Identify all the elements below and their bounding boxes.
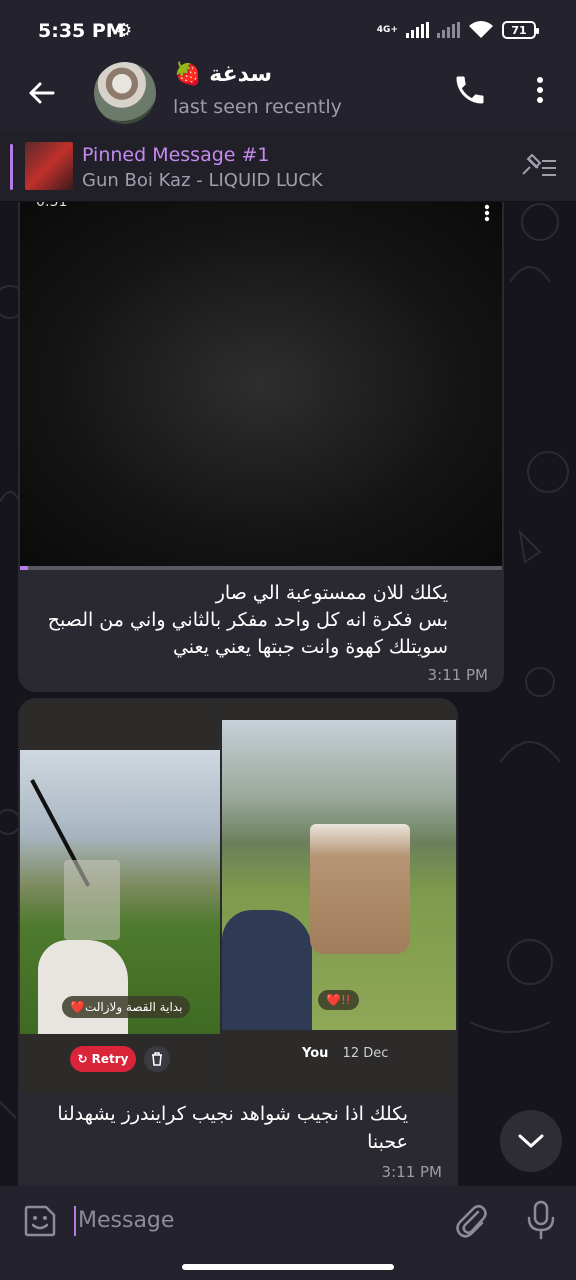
hand-shape bbox=[38, 940, 128, 1034]
message-text: يكلك للان ممستوعبة الي صار بس فكرة انه ك… bbox=[28, 580, 448, 661]
signal-strength-sim2-icon bbox=[437, 22, 460, 38]
wifi-icon bbox=[469, 21, 493, 38]
story-sender: You bbox=[302, 1046, 329, 1061]
video-preview[interactable]: 0:51 bbox=[20, 202, 502, 566]
home-indicator[interactable] bbox=[182, 1264, 394, 1270]
video-progress-bar[interactable] bbox=[20, 566, 502, 570]
sleeve-shape bbox=[222, 910, 312, 1030]
chat-header: 🍓 سدغة last seen recently bbox=[0, 62, 576, 132]
microphone-icon bbox=[527, 1200, 555, 1240]
message-line: عحبنا bbox=[367, 1131, 408, 1153]
back-button[interactable] bbox=[22, 74, 60, 112]
status-icons: 4G+ 71 bbox=[376, 20, 539, 40]
status-time: 5:35 PM bbox=[38, 20, 125, 42]
chat-title[interactable]: 🍓 سدغة bbox=[172, 62, 272, 87]
message-line: يكلك اذا نجيب شواهد نجيب كرايندرز يشهدلن… bbox=[57, 1103, 408, 1125]
more-options-button[interactable] bbox=[528, 72, 552, 108]
message-line: يكلك للان ممستوعبة الي صار bbox=[215, 582, 448, 604]
pinned-indicator bbox=[10, 144, 13, 190]
emoji-sticker-icon bbox=[24, 1205, 56, 1237]
story-caption: بداية القصة ولازالت❤️ bbox=[62, 996, 191, 1018]
scroll-down-button[interactable] bbox=[500, 1110, 562, 1172]
delete-button[interactable] bbox=[144, 1046, 170, 1072]
story-reaction: ❤️!! bbox=[318, 990, 359, 1010]
chevron-down-icon bbox=[518, 1134, 544, 1148]
message-time: 3:11 PM bbox=[381, 1163, 442, 1181]
message-bubble[interactable]: بداية القصة ولازالت❤️ ↻ Retry ❤️!! You 1… bbox=[18, 698, 458, 1186]
network-type-label: 4G+ bbox=[376, 24, 398, 35]
text-cursor bbox=[74, 1206, 76, 1236]
pinned-title: Pinned Message #1 bbox=[82, 144, 270, 166]
retry-label: Retry bbox=[91, 1052, 129, 1066]
signal-strength-icon bbox=[406, 22, 429, 38]
battery-icon: 71 bbox=[502, 21, 539, 39]
voice-message-button[interactable] bbox=[526, 1200, 556, 1240]
message-text: يكلك اذا نجيب شواهد نجيب كرايندرز يشهدلن… bbox=[18, 1100, 408, 1156]
system-nav-bar bbox=[0, 1256, 576, 1280]
message-input[interactable] bbox=[78, 1202, 438, 1238]
retry-button[interactable]: ↻ Retry bbox=[70, 1046, 136, 1072]
paperclip-icon bbox=[456, 1205, 487, 1238]
settings-gear-icon: ⚙ bbox=[116, 20, 133, 41]
cup-shape bbox=[310, 824, 410, 954]
chat-name-emoji: 🍓 bbox=[174, 62, 202, 87]
retry-icon: ↻ bbox=[77, 1052, 88, 1066]
story-meta: You 12 Dec bbox=[302, 1046, 388, 1061]
pinned-list-button[interactable] bbox=[520, 152, 558, 182]
pinned-subtitle: Gun Boi Kaz - LIQUID LUCK bbox=[82, 170, 323, 191]
message-composer bbox=[0, 1186, 576, 1256]
message-list[interactable]: 0:51 يكلك للان ممستوعبة الي صار بس فكرة … bbox=[0, 202, 576, 1186]
message-line: بس فكرة انه كل واحد مفكر بالثاني واني من… bbox=[47, 609, 448, 631]
story-photo-left[interactable]: بداية القصة ولازالت❤️ ↻ Retry bbox=[20, 700, 220, 1094]
video-more-icon[interactable] bbox=[484, 204, 490, 222]
story-photo-right[interactable]: ❤️!! You 12 Dec bbox=[222, 700, 456, 1094]
telegram-chat-screen: 5:35 PM ⚙ 4G+ 71 🍓 سدغة last seen recent… bbox=[0, 0, 576, 1280]
emoji-button[interactable] bbox=[22, 1203, 58, 1239]
phone-icon bbox=[456, 76, 484, 104]
cup-shape bbox=[64, 860, 120, 940]
pinned-thumbnail bbox=[25, 142, 73, 190]
chat-name: سدغة bbox=[209, 62, 272, 87]
pinned-message-bar[interactable]: Pinned Message #1 Gun Boi Kaz - LIQUID L… bbox=[0, 132, 576, 202]
message-time: 3:11 PM bbox=[427, 666, 488, 684]
back-arrow-icon bbox=[29, 82, 55, 104]
message-line: سويتلك كهوة وانت جبتها يعني يعني bbox=[172, 636, 448, 658]
message-bubble[interactable]: 0:51 يكلك للان ممستوعبة الي صار بس فكرة … bbox=[18, 202, 504, 692]
contact-avatar[interactable] bbox=[94, 62, 156, 124]
battery-level: 71 bbox=[511, 23, 527, 37]
call-button[interactable] bbox=[452, 72, 488, 108]
status-bar: 5:35 PM ⚙ 4G+ 71 bbox=[0, 0, 576, 62]
pin-list-icon bbox=[522, 153, 556, 176]
story-date: 12 Dec bbox=[342, 1046, 389, 1061]
video-progress-fill bbox=[20, 566, 28, 570]
last-seen-status: last seen recently bbox=[173, 96, 342, 118]
more-vertical-icon bbox=[537, 77, 543, 103]
trash-icon bbox=[152, 1052, 162, 1066]
video-duration: 0:51 bbox=[36, 202, 68, 210]
attach-button[interactable] bbox=[454, 1202, 488, 1240]
